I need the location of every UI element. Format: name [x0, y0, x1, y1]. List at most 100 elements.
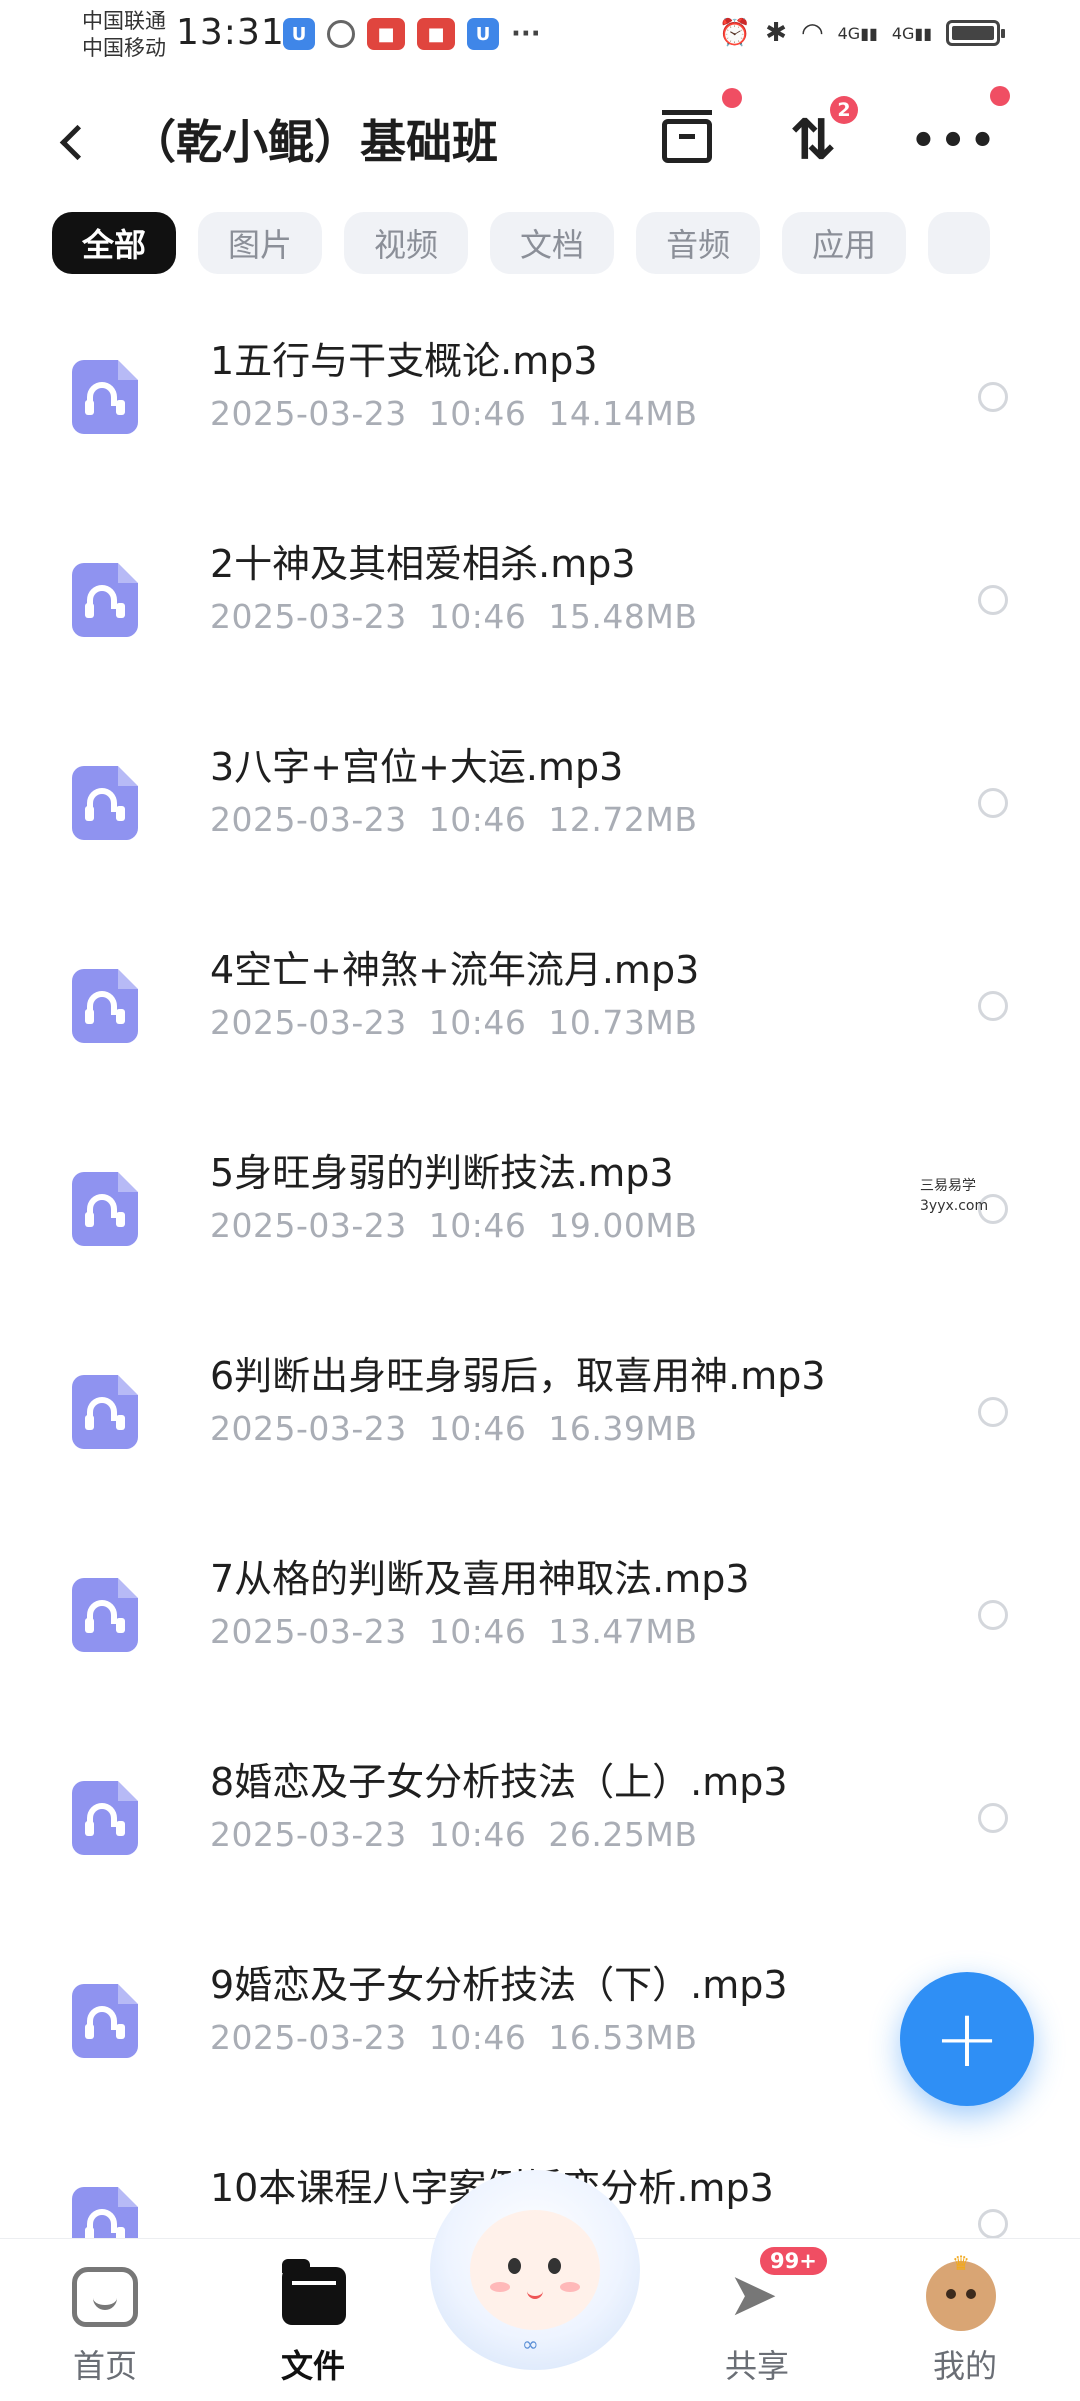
file-meta: 2025-03-23 10:46 19.00MB	[210, 1206, 697, 1245]
select-radio[interactable]	[978, 1803, 1008, 1833]
file-time: 10:46	[428, 1612, 527, 1651]
status-time: 13:31	[176, 12, 285, 53]
file-size: 12.72MB	[548, 800, 698, 839]
file-meta: 2025-03-23 10:46 10.73MB	[210, 1003, 697, 1042]
file-date: 2025-03-23	[210, 1003, 407, 1042]
file-time: 10:46	[428, 1815, 527, 1854]
select-radio[interactable]	[978, 382, 1008, 412]
file-date: 2025-03-23	[210, 597, 407, 636]
transfer-arrows-icon: ⇅	[789, 108, 837, 173]
notification-dot	[722, 88, 742, 108]
file-time: 10:46	[428, 1003, 527, 1042]
select-radio[interactable]	[978, 788, 1008, 818]
tab-label: 首页	[72, 2347, 137, 2385]
system-icons: ⏰ ✱ ◠ 4G▮▮ 4G▮▮	[718, 18, 1005, 48]
page-title: （乾小鲲）基础班	[130, 115, 498, 169]
filter-chip-audio[interactable]: 音频	[636, 212, 761, 274]
filter-chips: 全部 图片 视频 文档 音频 应用	[52, 212, 1080, 278]
file-meta: 2025-03-23 10:46 26.25MB	[210, 1815, 697, 1854]
file-row[interactable]: 3八字+宫位+大运.mp3 2025-03-23 10:46 12.72MB	[0, 706, 1080, 909]
file-date: 2025-03-23	[210, 1815, 407, 1854]
more-options-button[interactable]: •••	[911, 86, 1010, 176]
tab-label: 共享	[724, 2347, 789, 2385]
file-row[interactable]: 7从格的判断及喜用神取法.mp3 2025-03-23 10:46 13.47MB	[0, 1518, 1080, 1721]
file-date: 2025-03-23	[210, 394, 407, 433]
filter-chip-documents[interactable]: 文档	[490, 212, 615, 274]
filter-chip-all[interactable]: 全部	[52, 212, 177, 274]
file-name: 7从格的判断及喜用神取法.mp3	[210, 1557, 750, 1601]
file-size: 19.00MB	[548, 1206, 698, 1245]
file-time: 10:46	[428, 800, 527, 839]
file-meta: 2025-03-23 10:46 16.39MB	[210, 1409, 697, 1448]
watermark-line-1: 三易易学	[920, 1178, 976, 1194]
bluetooth-icon: ✱	[765, 18, 787, 48]
transfer-count-badge: 2	[830, 96, 858, 124]
app-notification-icon: U	[283, 18, 315, 50]
file-name: 1五行与干支概论.mp3	[210, 339, 598, 383]
transfer-list-button[interactable]: ⇅ 2	[778, 96, 858, 176]
tab-home[interactable]: 首页	[30, 2261, 180, 2391]
file-row[interactable]: 1五行与干支概论.mp3 2025-03-23 10:46 14.14MB	[0, 300, 1080, 503]
share-count-badge: 99+	[760, 2247, 827, 2275]
home-icon	[72, 2267, 138, 2327]
app-notification-icon: U	[467, 18, 499, 50]
filter-chip-apps[interactable]: 应用	[782, 212, 907, 274]
tab-files[interactable]: 文件	[238, 2259, 388, 2391]
file-name: 2十神及其相爱相杀.mp3	[210, 542, 636, 586]
file-time: 10:46	[428, 394, 527, 433]
filter-chip-images[interactable]: 图片	[198, 212, 323, 274]
file-date: 2025-03-23	[210, 1409, 407, 1448]
select-radio[interactable]	[978, 1397, 1008, 1427]
audio-file-icon	[72, 1984, 138, 2058]
file-time: 10:46	[428, 1206, 527, 1245]
audio-file-icon	[72, 766, 138, 840]
signal-icon: 4G▮▮	[837, 23, 878, 43]
huawei-notification-icon: ■	[417, 18, 455, 50]
file-size: 26.25MB	[548, 1815, 698, 1854]
file-row[interactable]: 5身旺身弱的判断技法.mp3 2025-03-23 10:46 19.00MB	[0, 1112, 1080, 1315]
signal-icon: 4G▮▮	[891, 23, 932, 43]
select-radio[interactable]	[978, 1600, 1008, 1630]
file-size: 14.14MB	[548, 394, 698, 433]
filter-chip-more[interactable]	[928, 212, 991, 274]
file-meta: 2025-03-23 10:46 12.72MB	[210, 800, 697, 839]
alarm-icon: ⏰	[718, 18, 752, 48]
audio-file-icon	[72, 1375, 138, 1449]
file-time: 10:46	[428, 2018, 527, 2057]
file-meta: 2025-03-23 10:46 13.47MB	[210, 1612, 697, 1651]
file-name: 9婚恋及子女分析技法（下）.mp3	[210, 1963, 788, 2007]
file-name: 5身旺身弱的判断技法.mp3	[210, 1151, 674, 1195]
crown-icon: ♛	[952, 2251, 970, 2275]
tab-label: 我的	[932, 2347, 997, 2385]
tab-share[interactable]: ➤ 99+ 共享	[682, 2247, 832, 2391]
filter-chip-videos[interactable]: 视频	[344, 212, 469, 274]
notification-dot	[990, 86, 1010, 106]
select-radio[interactable]	[978, 2209, 1008, 2239]
add-button[interactable]: +	[900, 1972, 1034, 2106]
file-size: 15.48MB	[548, 597, 698, 636]
notification-icons: U ■ ■ U ···	[283, 18, 541, 50]
audio-file-icon	[72, 1578, 138, 1652]
avatar-icon: ♛	[926, 2251, 996, 2331]
mascot-face	[470, 2210, 600, 2330]
file-time: 10:46	[428, 597, 527, 636]
file-row[interactable]: 2十神及其相爱相杀.mp3 2025-03-23 10:46 15.48MB	[0, 503, 1080, 706]
select-radio[interactable]	[978, 585, 1008, 615]
file-name: 8婚恋及子女分析技法（上）.mp3	[210, 1760, 788, 1804]
file-name: 3八字+宫位+大运.mp3	[210, 745, 624, 789]
select-radio[interactable]	[978, 991, 1008, 1021]
file-row[interactable]: 8婚恋及子女分析技法（上）.mp3 2025-03-23 10:46 26.25MB	[0, 1721, 1080, 1924]
carrier-1: 中国联通	[82, 9, 166, 33]
file-row[interactable]: 4空亡+神煞+流年流月.mp3 2025-03-23 10:46 10.73MB	[0, 909, 1080, 1112]
file-meta: 2025-03-23 10:46 16.53MB	[210, 2018, 697, 2057]
file-date: 2025-03-23	[210, 2018, 407, 2057]
file-size: 16.53MB	[548, 2018, 698, 2057]
file-row[interactable]: 6判断出身旺身弱后，取喜用神.mp3 2025-03-23 10:46 16.39M…	[0, 1315, 1080, 1518]
plus-icon: +	[933, 1992, 1001, 2085]
ai-assistant-mascot-button[interactable]: ∞	[430, 2170, 640, 2370]
file-date: 2025-03-23	[210, 800, 407, 839]
file-meta: 2025-03-23 10:46 14.14MB	[210, 394, 697, 433]
tab-me[interactable]: ♛ 我的	[890, 2251, 1040, 2391]
recycle-bin-button[interactable]	[652, 88, 742, 176]
back-button[interactable]	[48, 112, 98, 172]
